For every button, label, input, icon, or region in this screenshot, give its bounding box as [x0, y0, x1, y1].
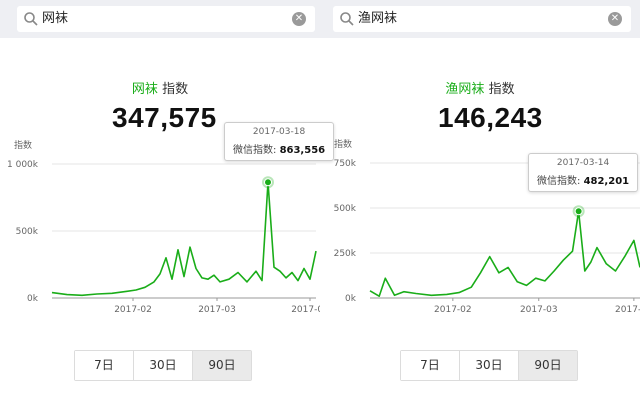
tooltip-label: 微信指数:	[537, 176, 581, 187]
search-icon	[340, 12, 354, 26]
search-input-left[interactable]: 网袜 ✕	[17, 6, 315, 32]
highlight-point	[264, 178, 272, 187]
trend-chart[interactable]: 指数 0k 500k 1 000k 2017-02 2017-03 2017-04	[0, 38, 320, 338]
y-tick-label: 500k	[334, 204, 357, 214]
series-line	[51, 181, 317, 297]
clear-icon[interactable]: ✕	[292, 12, 306, 26]
search-input-right[interactable]: 渔网袜 ✕	[333, 6, 631, 32]
range-90d-button[interactable]: 90日	[193, 351, 251, 380]
panel-right: 渔网袜 指数 146,243 指数 0k 250k 500k 750k 2017-02 20…	[320, 38, 640, 400]
tooltip-value: 863,556	[279, 145, 326, 156]
range-selector: 7日 30日 90日	[400, 350, 578, 381]
tooltip-date: 2017-03-14	[556, 158, 610, 168]
y-tick-label: 0k	[345, 294, 357, 304]
y-tick-label: 0k	[27, 294, 39, 304]
page: 网袜 ✕ 渔网袜 ✕ 网袜 指数 347,575 指数 0k 500k 1 000k 2…	[0, 0, 640, 400]
search-query: 渔网袜	[358, 11, 398, 26]
range-90d-button[interactable]: 90日	[519, 351, 577, 380]
range-30d-button[interactable]: 30日	[134, 351, 193, 380]
tooltip-label: 微信指数:	[233, 145, 277, 156]
range-30d-button[interactable]: 30日	[460, 351, 519, 380]
tooltip-date: 2017-03-18	[252, 127, 306, 137]
x-tick-label: 2017-03	[520, 305, 558, 315]
y-tick-label: 500k	[16, 227, 39, 237]
x-tick-label: 2017-03	[198, 305, 236, 315]
tooltip-value: 482,201	[583, 176, 630, 187]
highlight-point	[574, 207, 583, 216]
search-query: 网袜	[42, 11, 69, 26]
range-7d-button[interactable]: 7日	[401, 351, 460, 380]
search-bar-strip: 网袜 ✕ 渔网袜 ✕	[0, 0, 640, 38]
y-axis-label: 指数	[334, 138, 352, 150]
range-selector: 7日 30日 90日	[74, 350, 252, 381]
x-tick-label: 2017-04	[615, 305, 640, 315]
range-7d-button[interactable]: 7日	[75, 351, 134, 380]
y-tick-label: 1 000k	[7, 160, 39, 170]
x-tick-label: 2017-04	[291, 305, 320, 315]
tooltip: 2017-03-18 微信指数: 863,556	[224, 122, 335, 161]
series-line	[369, 210, 640, 298]
tooltip: 2017-03-14 微信指数: 482,201	[528, 153, 639, 192]
search-icon	[24, 12, 38, 26]
x-tick-label: 2017-02	[114, 305, 152, 315]
y-axis-label: 指数	[14, 139, 32, 151]
panel-left: 网袜 指数 347,575 指数 0k 500k 1 000k 2017-02 2017-…	[0, 38, 335, 400]
y-tick-label: 750k	[334, 159, 357, 169]
clear-icon[interactable]: ✕	[608, 12, 622, 26]
x-tick-label: 2017-02	[434, 305, 472, 315]
y-tick-label: 250k	[334, 249, 357, 259]
